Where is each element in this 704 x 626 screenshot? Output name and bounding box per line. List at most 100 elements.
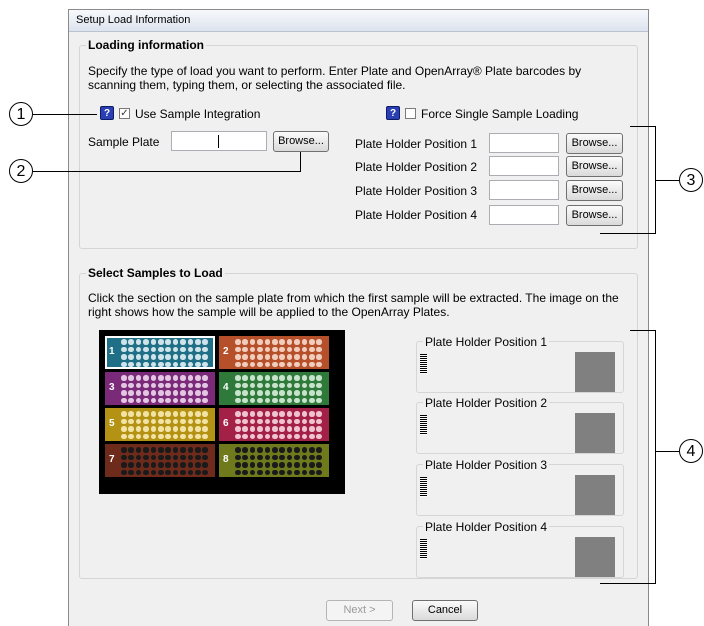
plate-well bbox=[316, 462, 322, 468]
plate-section-3[interactable]: 3 bbox=[105, 372, 215, 405]
plate-well bbox=[121, 411, 127, 417]
position-2-browse-button[interactable]: Browse... bbox=[566, 156, 623, 177]
plate-section-1[interactable]: 1 bbox=[105, 336, 215, 369]
plate-section-2[interactable]: 2 bbox=[219, 336, 329, 369]
plate-well bbox=[249, 346, 256, 352]
plate-section-number: 5 bbox=[109, 417, 115, 429]
plate-section-7[interactable]: 7 bbox=[105, 444, 215, 477]
plate-well bbox=[202, 346, 208, 352]
plate-holder-title-1: Plate Holder Position 1 bbox=[423, 335, 550, 349]
plate-well bbox=[165, 397, 171, 403]
plate-well bbox=[264, 397, 271, 403]
plate-holder-title-2: Plate Holder Position 2 bbox=[423, 396, 550, 410]
plate-well bbox=[309, 433, 315, 439]
plate-well bbox=[286, 397, 293, 403]
position-3-browse-button[interactable]: Browse... bbox=[566, 180, 623, 201]
sample-plate-input[interactable] bbox=[171, 131, 267, 151]
plate-well bbox=[128, 433, 134, 439]
cancel-button[interactable]: Cancel bbox=[412, 600, 478, 621]
plate-well bbox=[316, 361, 322, 367]
plate-well bbox=[272, 346, 278, 352]
plate-well bbox=[195, 397, 201, 403]
plate-section-5[interactable]: 5 bbox=[105, 408, 215, 441]
plate-well bbox=[279, 433, 285, 439]
plate-well bbox=[264, 418, 271, 424]
plate-section-number: 4 bbox=[223, 381, 229, 393]
plate-well bbox=[286, 346, 293, 352]
help-icon-force-single[interactable]: ? bbox=[386, 106, 400, 120]
plate-well bbox=[165, 469, 171, 475]
plate-well bbox=[264, 426, 271, 432]
position-1-input[interactable] bbox=[489, 133, 559, 153]
plate-well bbox=[195, 469, 201, 475]
plate-well bbox=[242, 346, 248, 352]
plate-well bbox=[242, 418, 248, 424]
plate-well bbox=[264, 447, 271, 453]
plate-well bbox=[301, 382, 308, 388]
plate-holder-box-1: Plate Holder Position 1 bbox=[416, 335, 624, 393]
plate-well bbox=[309, 462, 315, 468]
plate-well bbox=[316, 354, 322, 360]
plate-well bbox=[150, 354, 157, 360]
plate-well bbox=[264, 346, 271, 352]
plate-well bbox=[172, 397, 179, 403]
plate-well bbox=[242, 469, 248, 475]
sample-plate-image[interactable]: 1 2 3 4 5 6 7 8 bbox=[99, 330, 345, 494]
plate-well bbox=[272, 418, 278, 424]
plate-well bbox=[150, 426, 157, 432]
plate-well bbox=[187, 433, 194, 439]
plate-well bbox=[316, 426, 322, 432]
plate-well bbox=[235, 361, 241, 367]
plate-well bbox=[180, 411, 186, 417]
plate-well bbox=[172, 390, 179, 396]
help-icon-sample-integration[interactable]: ? bbox=[100, 106, 114, 120]
plate-well bbox=[242, 426, 248, 432]
sample-plate-browse-button[interactable]: Browse... bbox=[273, 131, 329, 152]
plate-section-8[interactable]: 8 bbox=[219, 444, 329, 477]
plate-well bbox=[294, 354, 300, 360]
force-single-loading-checkbox[interactable] bbox=[405, 108, 416, 119]
plate-well bbox=[286, 354, 293, 360]
plate-well bbox=[286, 361, 293, 367]
plate-well bbox=[121, 346, 127, 352]
plate-well bbox=[242, 390, 248, 396]
plate-well bbox=[135, 346, 142, 352]
plate-well bbox=[158, 397, 164, 403]
plate-well bbox=[180, 462, 186, 468]
plate-well bbox=[249, 382, 256, 388]
plate-well bbox=[180, 390, 186, 396]
plate-well bbox=[272, 462, 278, 468]
plate-well bbox=[143, 382, 149, 388]
plate-well bbox=[202, 418, 208, 424]
barcode-icon bbox=[420, 354, 427, 374]
plate-section-number: 7 bbox=[109, 453, 115, 465]
next-button[interactable]: Next > bbox=[326, 600, 393, 621]
use-sample-integration-checkbox[interactable]: ✓ bbox=[119, 108, 130, 119]
plate-section-4[interactable]: 4 bbox=[219, 372, 329, 405]
plate-well bbox=[249, 375, 256, 381]
position-4-browse-button[interactable]: Browse... bbox=[566, 205, 623, 226]
plate-section-6[interactable]: 6 bbox=[219, 408, 329, 441]
plate-well bbox=[301, 339, 308, 345]
plate-well bbox=[264, 433, 271, 439]
plate-well bbox=[128, 390, 134, 396]
plate-well bbox=[286, 447, 293, 453]
position-4-input[interactable] bbox=[489, 205, 559, 225]
plate-well bbox=[294, 375, 300, 381]
plate-well bbox=[121, 339, 127, 345]
plate-well bbox=[316, 339, 322, 345]
position-1-browse-button[interactable]: Browse... bbox=[566, 133, 623, 154]
plate-well bbox=[242, 382, 248, 388]
plate-well bbox=[172, 418, 179, 424]
plate-well bbox=[150, 433, 157, 439]
plate-well bbox=[309, 390, 315, 396]
plate-well bbox=[301, 433, 308, 439]
position-2-input[interactable] bbox=[489, 156, 559, 176]
position-3-input[interactable] bbox=[489, 180, 559, 200]
plate-well bbox=[272, 426, 278, 432]
plate-well bbox=[128, 375, 134, 381]
plate-well bbox=[135, 426, 142, 432]
plate-well bbox=[301, 375, 308, 381]
plate-well bbox=[150, 418, 157, 424]
plate-well bbox=[202, 462, 208, 468]
